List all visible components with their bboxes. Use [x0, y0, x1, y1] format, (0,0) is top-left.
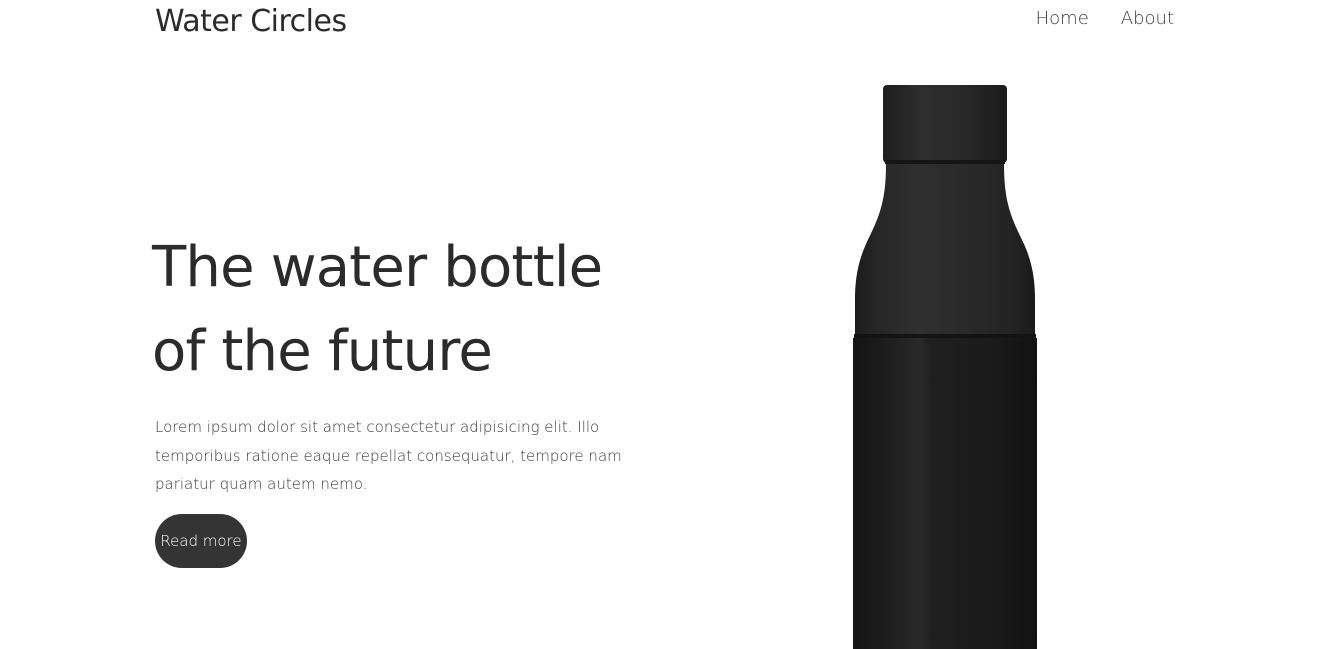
page: Water Circles Home About The water bottl…	[0, 0, 1338, 649]
water-bottle-image	[853, 85, 1037, 649]
hero-title: The water bottle of the future	[152, 226, 672, 394]
nav-link-about[interactable]: About	[1121, 8, 1174, 29]
hero-title-line-1: The water bottle	[152, 235, 603, 300]
read-more-button[interactable]: Read more	[155, 514, 247, 568]
hero-description: Lorem ipsum dolor sit amet consectetur a…	[155, 418, 622, 493]
nav-link-home[interactable]: Home	[1036, 8, 1089, 29]
hero-title-line-2: of the future	[152, 319, 493, 384]
brand-logo[interactable]: Water Circles	[155, 4, 347, 39]
main-nav: Home About	[1036, 8, 1174, 29]
